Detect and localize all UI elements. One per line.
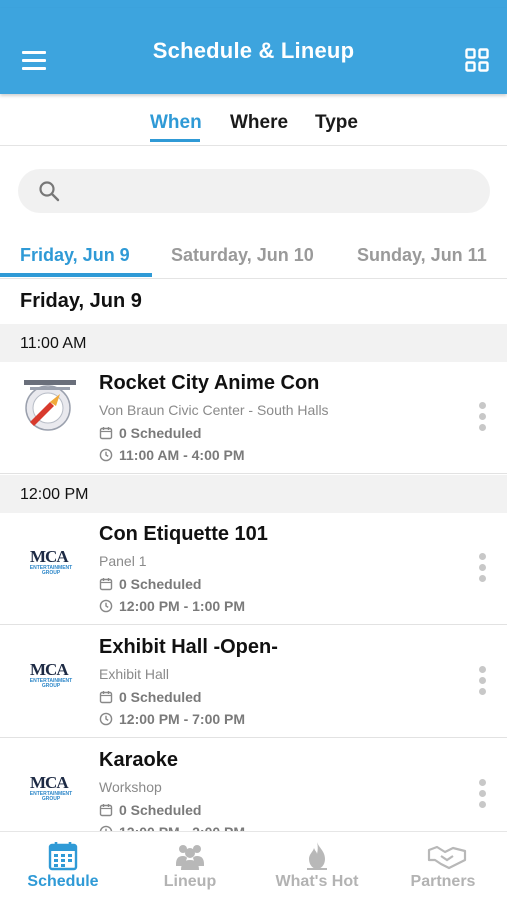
page-title: Schedule & Lineup xyxy=(152,38,355,63)
calendar-icon xyxy=(47,840,79,872)
app-bar: Schedule & Lineup xyxy=(0,8,507,94)
event-row[interactable]: MCA ENTERTAINMENT GROUP Exhibit Hall -Op… xyxy=(0,626,507,738)
more-options-icon[interactable] xyxy=(479,553,487,585)
nav-label: Lineup xyxy=(163,873,217,890)
nav-label: What's Hot xyxy=(275,873,359,890)
mca-entertainment-logo: MCA ENTERTAINMENT GROUP xyxy=(29,660,73,689)
more-options-icon[interactable] xyxy=(479,779,487,811)
people-icon xyxy=(174,840,206,872)
hamburger-menu-icon[interactable] xyxy=(22,51,48,71)
event-title: Con Etiquette 101 xyxy=(99,523,268,545)
calendar-icon xyxy=(99,427,113,440)
handshake-icon xyxy=(427,840,467,872)
calendar-icon xyxy=(99,578,113,591)
search-input[interactable] xyxy=(18,169,490,213)
event-time: 12:00 PM - 7:00 PM xyxy=(99,711,245,727)
nav-schedule[interactable]: Schedule xyxy=(0,832,126,900)
nav-whats-hot[interactable]: What's Hot xyxy=(254,832,380,900)
filter-tabs: When Where Type xyxy=(0,94,507,146)
event-time-label: 12:00 PM - 7:00 PM xyxy=(119,711,246,727)
flame-icon xyxy=(301,840,333,872)
scheduled-count-label: 0 Scheduled xyxy=(119,802,202,818)
nav-lineup[interactable]: Lineup xyxy=(127,832,253,900)
filter-tab-type[interactable]: Type xyxy=(315,112,358,134)
event-title: Rocket City Anime Con xyxy=(99,372,320,394)
calendar-icon xyxy=(99,804,113,817)
day-tab-friday[interactable]: Friday, Jun 9 xyxy=(20,245,130,266)
nav-partners[interactable]: Partners xyxy=(380,832,506,900)
day-tab-sunday[interactable]: Sunday, Jun 11 xyxy=(357,245,487,266)
event-location: Workshop xyxy=(99,779,162,795)
scheduled-count-label: 0 Scheduled xyxy=(119,689,202,705)
search-icon xyxy=(38,180,60,207)
clock-icon xyxy=(99,712,113,726)
day-tabs: Friday, Jun 9 Saturday, Jun 10 Sunday, J… xyxy=(0,233,507,279)
time-header: 12:00 PM xyxy=(0,475,507,513)
nav-label: Partners xyxy=(410,873,476,890)
clock-icon xyxy=(99,599,113,613)
scheduled-count-label: 0 Scheduled xyxy=(119,425,202,441)
more-options-icon[interactable] xyxy=(479,402,487,434)
mca-entertainment-logo: MCA ENTERTAINMENT GROUP xyxy=(29,547,73,576)
event-location: Von Braun Civic Center - South Halls xyxy=(99,402,329,418)
event-time: 11:00 AM - 4:00 PM xyxy=(99,447,245,463)
filter-tab-where[interactable]: Where xyxy=(230,112,288,134)
calendar-icon xyxy=(99,691,113,704)
event-time: 12:00 PM - 1:00 PM xyxy=(99,598,245,614)
scheduled-count-label: 0 Scheduled xyxy=(119,576,202,592)
event-title: Karaoke xyxy=(99,749,178,771)
scheduled-count: 0 Scheduled xyxy=(99,425,201,441)
event-time-label: 11:00 AM - 4:00 PM xyxy=(119,447,245,463)
mca-entertainment-logo: MCA ENTERTAINMENT GROUP xyxy=(29,773,73,802)
time-header: 11:00 AM xyxy=(0,324,507,362)
active-day-indicator xyxy=(0,273,152,277)
nav-label: Schedule xyxy=(27,873,99,890)
scheduled-count: 0 Scheduled xyxy=(99,802,201,818)
event-time-label: 12:00 PM - 1:00 PM xyxy=(119,598,246,614)
event-row[interactable]: MCA ENTERTAINMENT GROUP Con Etiquette 10… xyxy=(0,513,507,625)
clock-icon xyxy=(99,448,113,462)
scheduled-count: 0 Scheduled xyxy=(99,689,201,705)
scheduled-count: 0 Scheduled xyxy=(99,576,201,592)
event-location: Panel 1 xyxy=(99,553,147,569)
bottom-navigation: Schedule Lineup What's Hot Partners xyxy=(0,831,507,900)
date-heading: Friday, Jun 9 xyxy=(20,290,142,312)
more-options-icon[interactable] xyxy=(479,666,487,698)
status-bar xyxy=(0,0,507,8)
day-tab-saturday[interactable]: Saturday, Jun 10 xyxy=(171,245,314,266)
rocket-city-anime-con-logo xyxy=(20,374,80,434)
event-title: Exhibit Hall -Open- xyxy=(99,636,278,658)
active-filter-indicator xyxy=(150,139,200,142)
event-row[interactable]: Rocket City Anime Con Von Braun Civic Ce… xyxy=(0,362,507,474)
filter-tab-when[interactable]: When xyxy=(150,112,202,134)
grid-view-icon[interactable] xyxy=(465,48,489,72)
event-location: Exhibit Hall xyxy=(99,666,170,682)
